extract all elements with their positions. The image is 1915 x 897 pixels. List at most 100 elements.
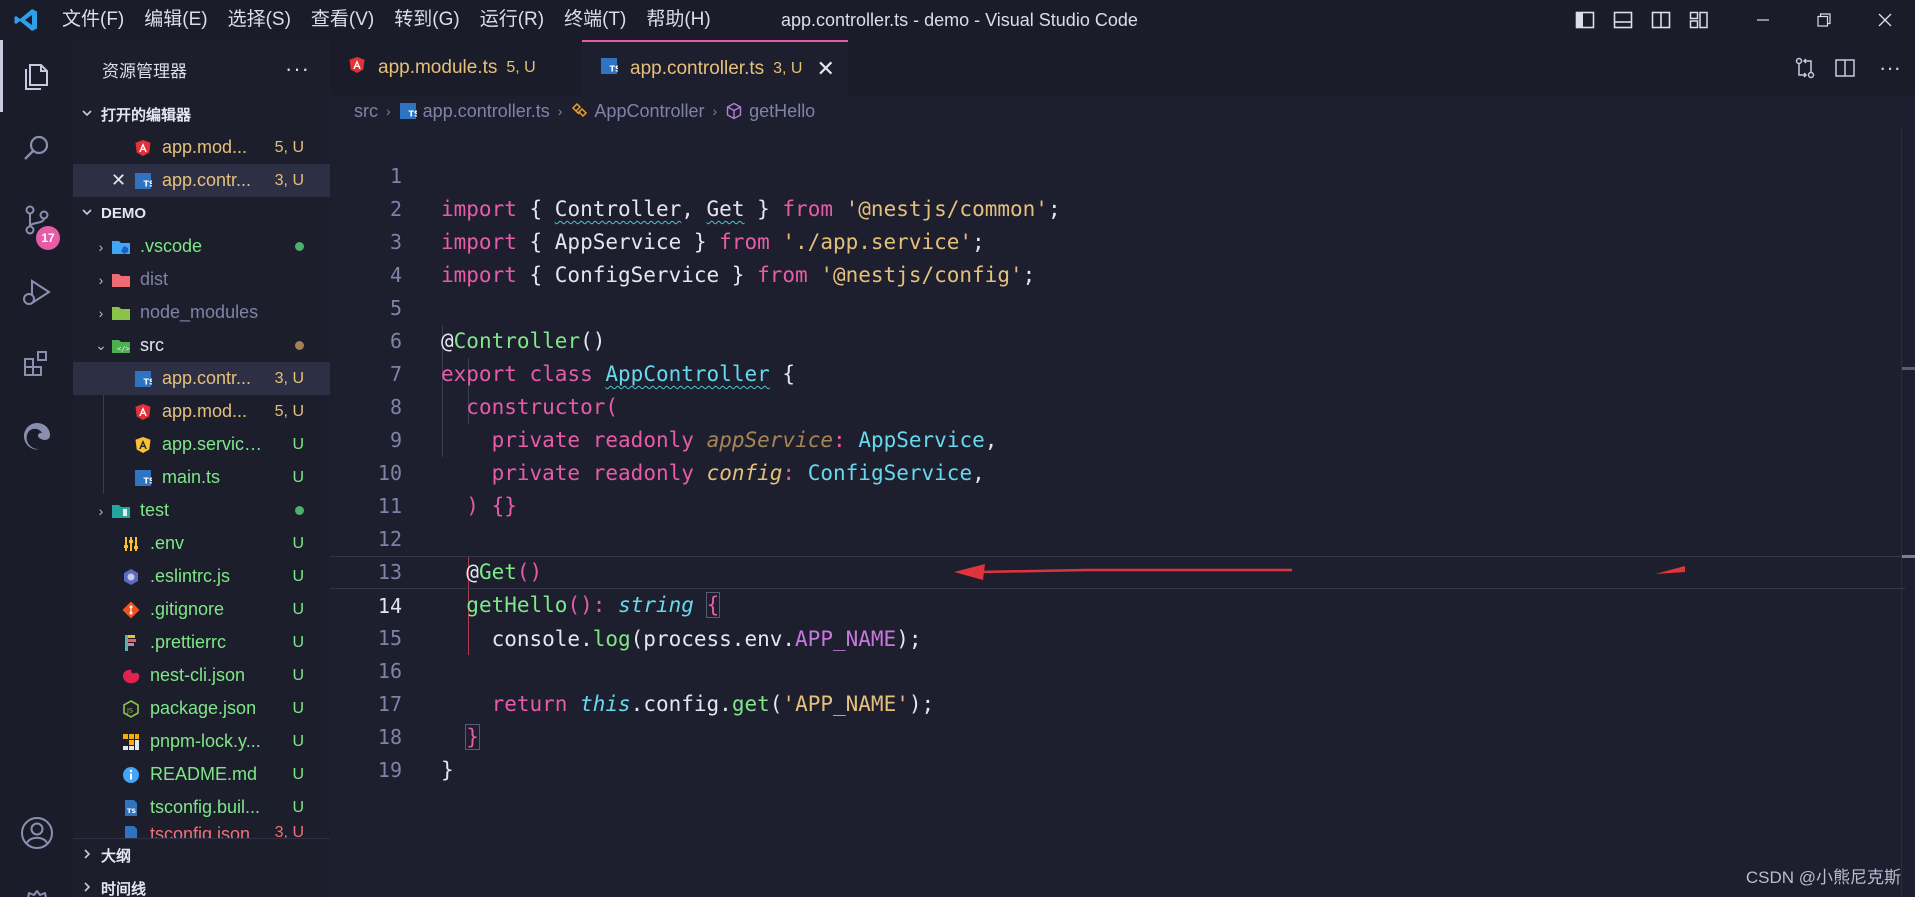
explorer-more-actions-icon[interactable]: ··· xyxy=(285,56,310,82)
file-tsconfig-build[interactable]: TS tsconfig.buil... U xyxy=(73,791,330,824)
menu-edit[interactable]: 编辑(E) xyxy=(134,0,217,40)
explorer-title: 资源管理器 xyxy=(102,61,187,81)
menu-file[interactable]: 文件(F) xyxy=(52,0,134,40)
minimize-button[interactable] xyxy=(1732,0,1793,40)
vscode-logo-icon[interactable] xyxy=(0,0,52,40)
toggle-primary-sidebar-icon[interactable] xyxy=(1566,0,1604,40)
tree-item-status: U xyxy=(292,732,304,750)
open-changes-icon[interactable] xyxy=(1785,40,1825,95)
menu-terminal[interactable]: 终端(T) xyxy=(554,0,636,40)
tree-item-label: .gitignore xyxy=(150,599,225,619)
open-editors-section-header[interactable]: 打开的编辑器 xyxy=(73,98,330,131)
folder-src[interactable]: ⌄ </> src xyxy=(73,329,330,362)
accounts-icon[interactable] xyxy=(0,797,73,869)
tab-status: 3, U xyxy=(773,59,803,77)
file-nest-cli[interactable]: nest-cli.json U xyxy=(73,659,330,692)
tab-app-module[interactable]: app.module.ts 5, U xyxy=(330,40,582,95)
explorer-icon[interactable] xyxy=(0,40,73,112)
file-readme[interactable]: README.md U xyxy=(73,758,330,791)
menu-help[interactable]: 帮助(H) xyxy=(636,0,720,40)
tree-item-status: U xyxy=(292,600,304,618)
restore-button[interactable] xyxy=(1793,0,1854,40)
close-window-button[interactable] xyxy=(1854,0,1915,40)
explorer-sidebar: 资源管理器 ··· 打开的编辑器 app.mod... 5, U ✕ TS ap… xyxy=(73,40,330,897)
tsconfig-file-icon: TS xyxy=(120,798,142,818)
window-title: app.controller.ts - demo - Visual Studio… xyxy=(781,10,1138,30)
more-actions-icon[interactable]: ··· xyxy=(1865,55,1915,81)
run-debug-icon[interactable] xyxy=(0,256,73,328)
angular-file-icon xyxy=(348,56,370,80)
file-gitignore[interactable]: .gitignore U xyxy=(73,593,330,626)
breadcrumb-class[interactable]: AppController xyxy=(594,101,704,122)
file-prettierrc[interactable]: .prettierrc U xyxy=(73,626,330,659)
search-icon[interactable] xyxy=(0,112,73,184)
tsconfig-file-icon xyxy=(120,824,142,839)
folder-test[interactable]: › test xyxy=(73,494,330,527)
tree-item-status: U xyxy=(292,567,304,585)
menu-view[interactable]: 查看(V) xyxy=(301,0,384,40)
open-editor-name: app.contr... xyxy=(162,170,252,190)
file-app-service[interactable]: app.service.ts U xyxy=(73,428,330,461)
test-folder-icon xyxy=(110,501,132,521)
file-package-json[interactable]: JS package.json U xyxy=(73,692,330,725)
tree-item-status: U xyxy=(292,435,304,453)
vscode-window: 文件(F) 编辑(E) 选择(S) 查看(V) 转到(G) 运行(R) 终端(T… xyxy=(0,0,1915,897)
scrollbar-marker xyxy=(1902,555,1915,558)
project-section-header[interactable]: DEMO xyxy=(73,197,330,230)
file-app-controller[interactable]: TS app.contr... 3, U xyxy=(73,362,330,395)
svg-text:TS: TS xyxy=(408,110,417,119)
tree-item-label: app.mod... xyxy=(162,401,248,421)
eslint-file-icon xyxy=(120,567,142,587)
menu-run[interactable]: 运行(R) xyxy=(470,0,554,40)
menu-go[interactable]: 转到(G) xyxy=(384,0,469,40)
edge-browser-icon[interactable] xyxy=(0,400,73,472)
typescript-file-icon: TS xyxy=(399,102,417,120)
open-editor-name: app.mod... xyxy=(162,137,248,157)
customize-layout-icon[interactable] xyxy=(1680,0,1718,40)
tree-item-label: app.service.ts xyxy=(162,434,270,454)
chevron-right-icon xyxy=(81,881,101,896)
file-tsconfig[interactable]: tsconfig.json 3, U xyxy=(73,824,330,839)
editor-vertical-scrollbar[interactable] xyxy=(1901,127,1915,897)
editor-actions: ··· xyxy=(1785,40,1915,95)
open-editor-item-active[interactable]: ✕ TS app.contr... 3, U xyxy=(73,164,330,197)
open-editor-status: 3, U xyxy=(274,171,304,189)
folder-vscode[interactable]: › .vscode xyxy=(73,230,330,263)
open-editor-status: 5, U xyxy=(274,138,304,156)
folder-dist[interactable]: › dist xyxy=(73,263,330,296)
breadcrumb-folder[interactable]: src xyxy=(354,101,378,122)
src-folder-open-icon: </> xyxy=(110,336,132,356)
close-editor-icon[interactable]: ✕ xyxy=(111,170,132,191)
menu-bar: 文件(F) 编辑(E) 选择(S) 查看(V) 转到(G) 运行(R) 终端(T… xyxy=(52,0,721,40)
file-main-ts[interactable]: TS main.ts U xyxy=(73,461,330,494)
split-editor-icon[interactable] xyxy=(1825,40,1865,95)
folder-node-modules[interactable]: › node_modules xyxy=(73,296,330,329)
title-bar: 文件(F) 编辑(E) 选择(S) 查看(V) 转到(G) 运行(R) 终端(T… xyxy=(0,0,1915,40)
timeline-section-header[interactable]: 时间线 xyxy=(73,872,330,897)
outline-label: 大纲 xyxy=(101,848,132,865)
tree-item-status: U xyxy=(292,534,304,552)
file-pnpm-lock[interactable]: pnpm-lock.y... U xyxy=(73,725,330,758)
git-status-dot xyxy=(295,341,304,350)
chevron-right-icon: › xyxy=(557,103,563,119)
source-control-icon[interactable]: 17 xyxy=(0,184,73,256)
close-tab-icon[interactable]: ✕ xyxy=(816,56,834,82)
angular-file-icon xyxy=(132,138,154,158)
breadcrumb-method[interactable]: getHello xyxy=(749,101,815,122)
tab-app-controller[interactable]: TS app.controller.ts 3, U ✕ xyxy=(582,40,848,95)
code-editor[interactable]: 1 import { Controller, Get } from '@nest… xyxy=(330,127,1915,897)
breadcrumb-file[interactable]: app.controller.ts xyxy=(423,101,550,122)
toggle-secondary-sidebar-icon[interactable] xyxy=(1642,0,1680,40)
typescript-file-icon: TS xyxy=(132,369,154,389)
menu-selection[interactable]: 选择(S) xyxy=(218,0,301,40)
file-env[interactable]: .env U xyxy=(73,527,330,560)
manage-gear-icon[interactable] xyxy=(0,869,73,897)
file-app-module[interactable]: app.mod... 5, U xyxy=(73,395,330,428)
toggle-panel-icon[interactable] xyxy=(1604,0,1642,40)
extensions-icon[interactable] xyxy=(0,328,73,400)
outline-section-header[interactable]: 大纲 xyxy=(73,839,330,872)
file-eslintrc[interactable]: .eslintrc.js U xyxy=(73,560,330,593)
node-folder-icon xyxy=(110,303,132,323)
open-editor-item[interactable]: app.mod... 5, U xyxy=(73,131,330,164)
activity-bar: 17 xyxy=(0,40,73,897)
